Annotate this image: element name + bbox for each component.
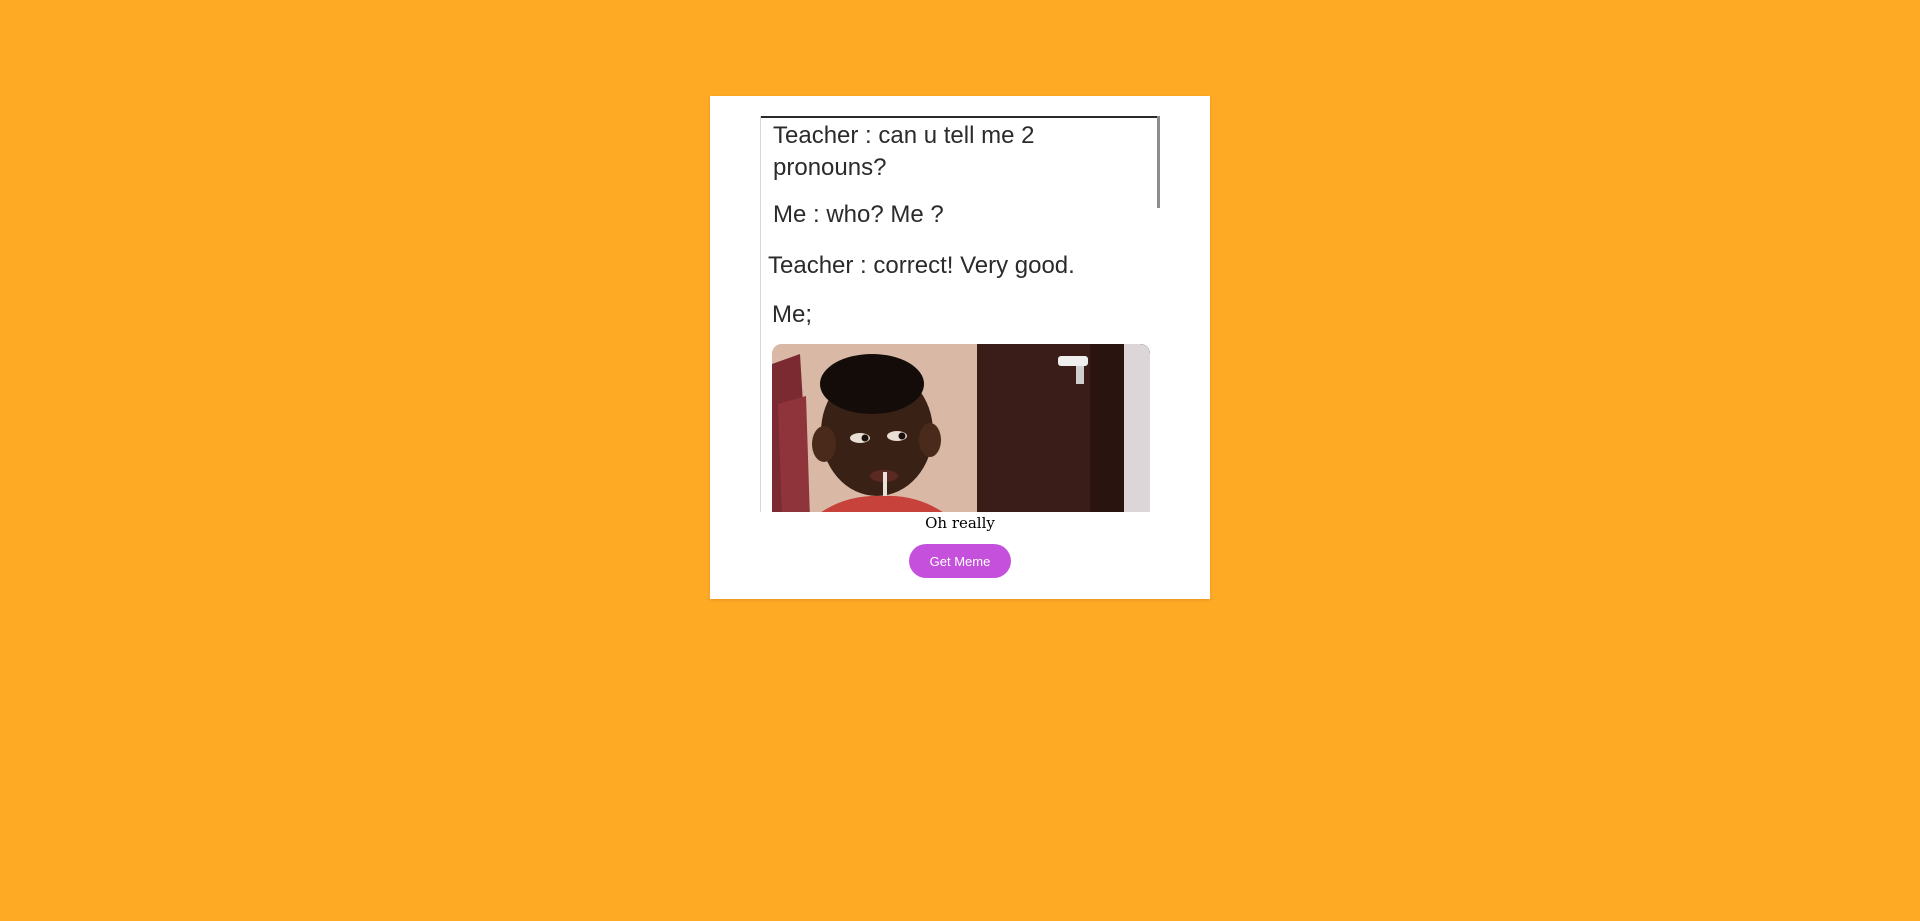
meme-border-line [760,116,1160,118]
meme-text-line: Teacher : can u tell me 2 [773,122,1035,149]
meme-text-line: Teacher : correct! Very good. [768,252,1075,279]
meme-photo [772,344,1150,512]
meme-card: Teacher : can u tell me 2 pronouns? Me :… [710,96,1210,599]
meme-border-line [760,116,761,512]
meme-scrollbar-mark [1157,116,1160,208]
boy-photo-illustration [772,344,1150,512]
meme-text-line: Me; [772,301,813,328]
meme-text-line: pronouns? [773,154,887,181]
meme-caption: Oh really [925,514,995,532]
meme-image: Teacher : can u tell me 2 pronouns? Me :… [760,116,1160,512]
get-meme-button[interactable]: Get Meme [909,544,1011,578]
meme-text-line: Me : who? Me ? [773,201,944,228]
